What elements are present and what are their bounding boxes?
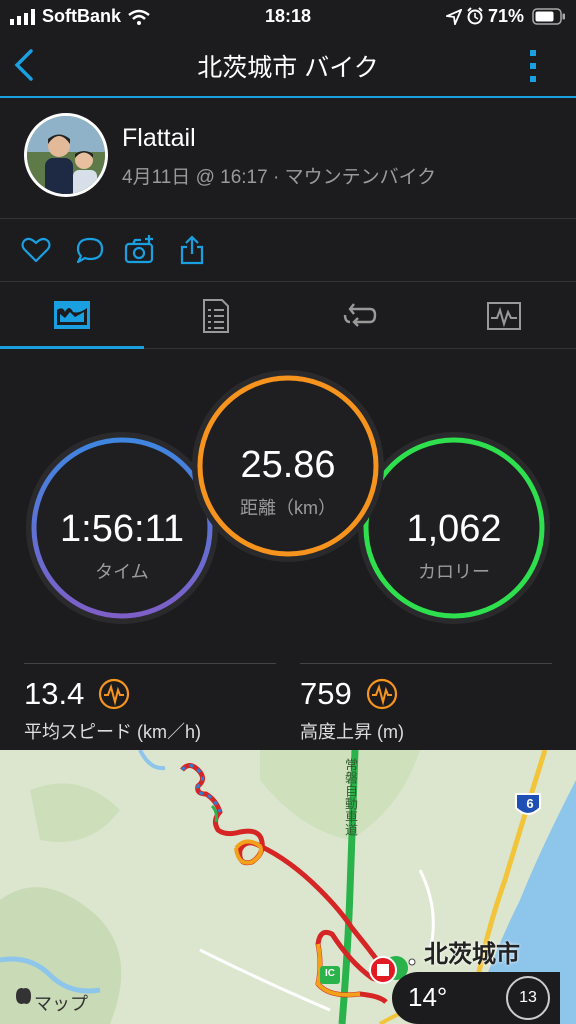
tab-details[interactable] (144, 283, 288, 349)
alarm-icon (467, 7, 483, 25)
route-map[interactable]: 6 IC 常磐自動車道 北茨城市 マップ 14° 13 (0, 750, 576, 1024)
user-name[interactable]: Flattail (122, 124, 196, 153)
share-icon[interactable] (176, 234, 208, 266)
avg-speed-value: 13.4 (24, 676, 85, 711)
location-arrow-icon (446, 9, 462, 25)
page-title: 北茨城市 バイク (197, 54, 379, 82)
activity-owner: Flattail 4月11日 @ 16:17 · マウンテンバイク (0, 98, 576, 219)
nav-header: 北茨城市 バイク (0, 34, 576, 98)
tab-charts[interactable] (432, 283, 576, 349)
activity-wave-icon (366, 678, 397, 710)
tab-overview[interactable] (0, 283, 144, 349)
city-label: 北茨城市 (424, 941, 520, 968)
divider (24, 663, 276, 664)
ascent-value: 759 (300, 676, 352, 711)
weather-widget[interactable]: 14° 13 (392, 972, 560, 1024)
ascent-label: 高度上昇 (m) (300, 722, 404, 742)
avg-speed-metric[interactable]: 13.4 平均スピード (km／h) (24, 676, 201, 744)
chart-icon (487, 302, 521, 330)
social-actions (0, 220, 576, 282)
camera-add-icon[interactable] (124, 234, 156, 266)
activity-tabs (0, 283, 576, 349)
status-bar: SoftBank 18:18 71% (0, 0, 576, 34)
divider (300, 663, 552, 664)
comment-icon[interactable] (74, 234, 106, 266)
overview-icon (54, 300, 90, 329)
route-number: 6 (526, 796, 534, 811)
ascent-metric[interactable]: 759 高度上昇 (m) (300, 676, 404, 744)
avg-speed-label: 平均スピード (km／h) (24, 722, 201, 742)
battery-percent: 71% (488, 6, 525, 26)
details-list-icon (203, 299, 229, 333)
heart-icon[interactable] (20, 234, 52, 266)
battery-icon (532, 8, 565, 25)
activity-stats: 1:56:11 タイム 1,062 カロリー 25.86 距離（km） 13.4… (0, 350, 576, 750)
distance-value: 25.86 (240, 444, 336, 486)
temperature: 14° (408, 982, 448, 1012)
avatar[interactable] (24, 113, 108, 197)
tab-laps[interactable] (288, 283, 432, 349)
map-attribution: マップ (34, 994, 88, 1014)
activity-date-type: 4月11日 @ 16:17 · マウンテンバイク (122, 167, 437, 188)
laps-icon (343, 303, 377, 327)
activity-wave-icon (99, 678, 130, 710)
wind-indicator: 13 (506, 976, 550, 1020)
distance-ring[interactable]: 25.86 距離（km） (190, 368, 386, 564)
distance-label: 距離（km） (240, 498, 336, 518)
more-options-icon[interactable] (524, 46, 542, 86)
expressway-label: 常磐自動車道 (343, 758, 358, 836)
ic-badge: IC (325, 968, 335, 979)
